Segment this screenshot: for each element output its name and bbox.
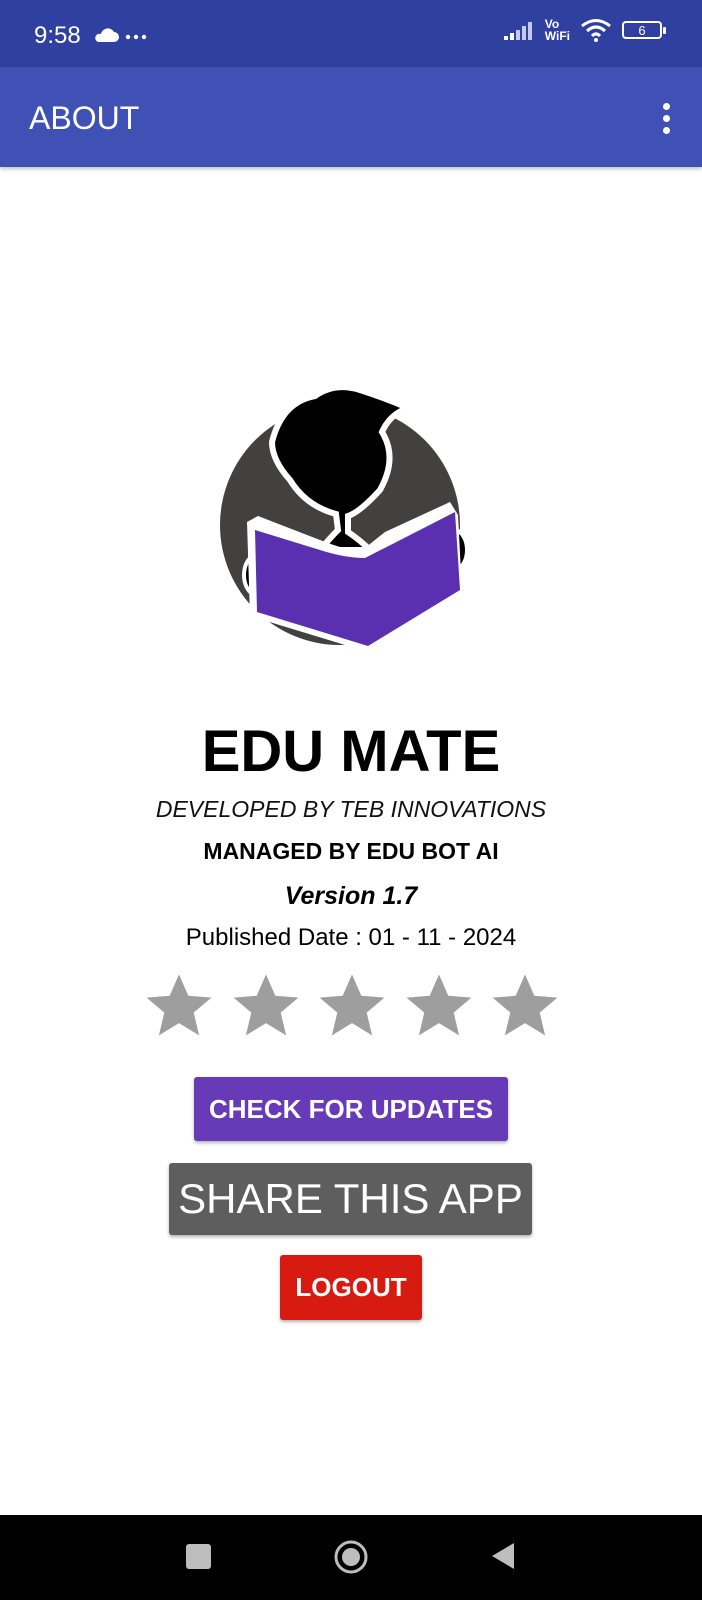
back-icon[interactable] (490, 1541, 516, 1571)
cloud-icon (95, 28, 119, 42)
rating-bar[interactable] (142, 970, 562, 1042)
app-logo (220, 384, 469, 652)
version-text: Version 1.7 (284, 882, 418, 910)
status-bar: 9:58 Vo WiFi 6 (0, 0, 702, 67)
published-date: Published Date : 01 - 11 - 2024 (185, 924, 517, 951)
check-for-updates-button[interactable]: CHECK FOR UPDATES (194, 1077, 508, 1141)
home-icon[interactable] (333, 1539, 369, 1575)
battery-icon: 6 (622, 21, 666, 39)
page-title: ABOUT (29, 100, 140, 136)
managed-by-text: MANAGED BY EDU BOT AI (203, 838, 499, 864)
more-vert-icon (662, 102, 670, 110)
app-name: EDU MATE (201, 719, 501, 784)
app-bar: ABOUT (0, 67, 702, 167)
signal-icon (503, 22, 532, 40)
vowifi-line2: WiFi (544, 29, 570, 43)
overflow-menu-button[interactable] (650, 93, 682, 143)
vowifi-indicator: Vo WiFi (545, 18, 570, 42)
star-icon[interactable] (488, 970, 562, 1042)
logout-button[interactable]: LOGOUT (280, 1255, 422, 1320)
star-icon[interactable] (142, 970, 216, 1042)
developer-text: DEVELOPED BY TEB INNOVATIONS (155, 796, 547, 822)
battery-level: 6 (638, 22, 646, 38)
more-dots-icon (125, 34, 147, 40)
status-system-icons: Vo WiFi 6 (503, 18, 666, 42)
star-icon[interactable] (229, 970, 303, 1042)
wifi-icon (581, 19, 611, 42)
more-vert-dot (662, 114, 670, 122)
status-notification-icons (92, 26, 152, 51)
star-icon[interactable] (402, 970, 476, 1042)
star-icon[interactable] (315, 970, 389, 1042)
navigation-bar (0, 1515, 702, 1600)
status-time: 9:58 (34, 22, 81, 49)
more-vert-dot (662, 126, 670, 134)
share-app-button[interactable]: SHARE THIS APP (169, 1163, 532, 1235)
recent-apps-icon[interactable] (186, 1544, 211, 1569)
